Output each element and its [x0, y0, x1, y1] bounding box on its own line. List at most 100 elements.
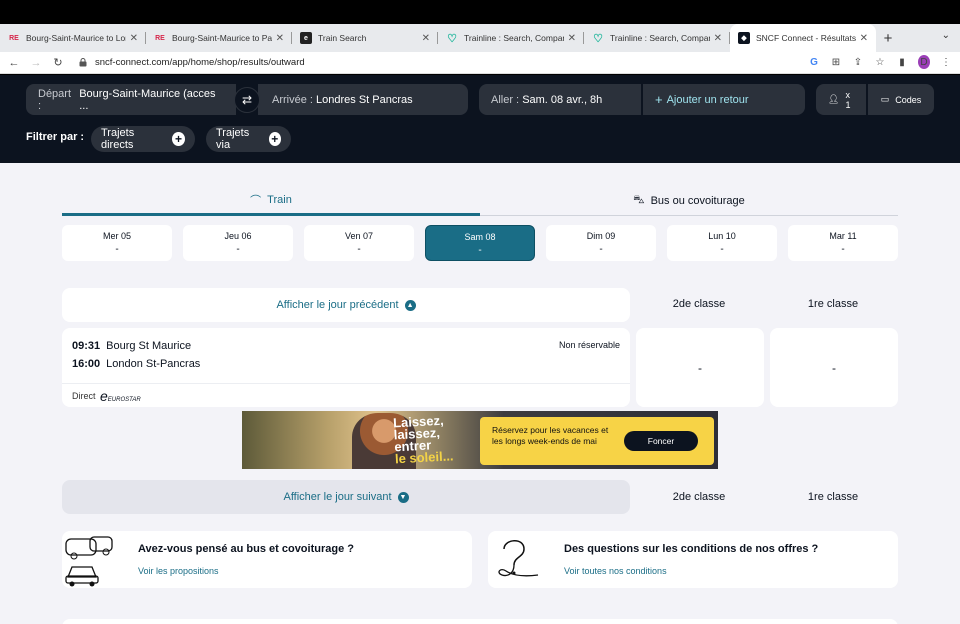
day-price: - — [236, 244, 240, 255]
conditions-card-title: Des questions sur les conditions de nos … — [564, 543, 819, 555]
address-bar: ← → ↻ sncf-connect.com/app/home/shop/res… — [0, 52, 960, 74]
departure-line: 09:31 Bourg St Maurice — [72, 340, 191, 352]
tab-favicon-icon: RE — [9, 34, 19, 42]
chevron-down-icon: ▼ — [397, 491, 409, 503]
close-icon[interactable]: ✕ — [422, 33, 430, 44]
close-icon[interactable]: ✕ — [714, 33, 722, 44]
add-return-button[interactable]: + Ajouter un retour — [643, 84, 805, 115]
arrival-time: 16:00 — [72, 358, 101, 370]
tab-title: Trainline : Search, Compare — [464, 33, 564, 43]
heart-icon: ♡ — [593, 32, 603, 45]
passengers-button[interactable]: 👤︎ x 1 — [816, 84, 866, 115]
promo-slogan: Laissez, laissez, entrer le soleil... — [393, 413, 485, 467]
see-proposals-link[interactable]: Voir les propositions — [138, 566, 219, 576]
foncer-button[interactable]: Foncer — [624, 431, 698, 451]
day-button[interactable]: Lun 10 - — [667, 225, 777, 261]
browser-tab[interactable]: RE Bourg-Saint-Maurice to Par ✕ — [146, 24, 292, 52]
first-class-header: 1re classe — [807, 298, 859, 310]
browser-tab[interactable]: e Train Search ✕ — [292, 24, 438, 52]
price-value: - — [698, 360, 702, 375]
filter-via-chip[interactable]: Trajets via + — [206, 126, 291, 152]
chevron-down-icon[interactable]: ⌄ — [942, 30, 950, 41]
day-label: Sam 08 — [464, 232, 496, 242]
share-icon[interactable]: ⇪ — [852, 57, 864, 68]
day-button[interactable]: Ven 07 - — [304, 225, 414, 261]
second-class-header: 2de classe — [672, 298, 726, 310]
google-icon[interactable]: G — [808, 57, 820, 68]
sidebar-icon[interactable]: ▮ — [896, 57, 908, 68]
browser-tab[interactable]: ♡ Trainline : Search, Compare ✕ — [438, 24, 584, 52]
conditions-card: Des questions sur les conditions de nos … — [488, 531, 898, 588]
close-icon[interactable]: ✕ — [568, 33, 576, 44]
arrival-station: London St-Pancras — [106, 358, 201, 370]
slogan-line: le soleil... — [394, 448, 454, 467]
close-icon[interactable]: ✕ — [276, 33, 284, 44]
chevron-up-icon: ▲ — [404, 299, 416, 311]
search-header: Départ : Bourg-Saint-Maurice (acces ... … — [0, 75, 960, 163]
day-button[interactable]: Jeu 06 - — [183, 225, 293, 261]
new-tab-button[interactable]: + — [876, 24, 900, 52]
browser-tab-bar: RE Bourg-Saint-Maurice to Lon ✕ RE Bourg… — [0, 24, 960, 52]
arrivee-field[interactable]: Arrivée : Londres St Pancras — [258, 84, 468, 115]
person-icon: 👤︎ — [828, 94, 840, 104]
day-label: Dim 09 — [586, 231, 616, 241]
filter-direct-chip[interactable]: Trajets directs + — [91, 126, 195, 152]
chip-label: Trajets directs — [101, 127, 135, 151]
tab-train[interactable]: ⌒ Train — [62, 186, 480, 216]
divider — [62, 383, 630, 384]
price-second-class[interactable]: - — [636, 328, 764, 407]
url-text: sncf-connect.com/app/home/shop/results/o… — [95, 57, 305, 68]
browser-tab-active[interactable]: ◆ SNCF Connect - Résultats d ✕ — [730, 24, 876, 52]
show-next-day-button[interactable]: Afficher le jour suivant ▼ — [62, 480, 630, 514]
day-label: Lun 10 — [708, 231, 736, 241]
departure-time: 09:31 — [72, 340, 101, 352]
url-field[interactable]: sncf-connect.com/app/home/shop/results/o… — [79, 57, 305, 68]
promo-text: Réservez pour les vacances et les longs … — [492, 425, 609, 446]
reload-icon[interactable]: ↻ — [47, 56, 69, 69]
avatar[interactable]: D — [918, 55, 930, 69]
bus-card-title: Avez-vous pensé au bus et covoiturage ? — [138, 543, 354, 555]
previous-day-label: Afficher le jour précédent — [276, 299, 399, 311]
close-icon[interactable]: ✕ — [130, 33, 138, 44]
depart-field[interactable]: Départ : Bourg-Saint-Maurice (acces ... — [26, 84, 236, 115]
filter-label: Filtrer par : — [26, 131, 85, 143]
price-first-class[interactable]: - — [770, 328, 898, 407]
depart-label: Départ : — [38, 87, 72, 112]
journey-result[interactable]: 09:31 Bourg St Maurice 16:00 London St-Pan… — [62, 328, 630, 407]
next-day-label: Afficher le jour suivant — [283, 491, 392, 503]
day-price: - — [720, 244, 724, 255]
day-price: - — [841, 244, 845, 255]
passenger-count: x 1 — [845, 89, 851, 110]
promo-banner[interactable]: Laissez, laissez, entrer le soleil... Ré… — [242, 411, 718, 469]
translate-icon[interactable]: ⊞ — [830, 57, 842, 68]
aller-date-field[interactable]: Aller : Sam. 08 avr., 8h — [479, 84, 641, 115]
close-icon[interactable]: ✕ — [860, 33, 868, 44]
tab-bus-covoiturage[interactable]: ⛍ Bus ou covoiturage — [480, 186, 898, 216]
promo-box: Réservez pour les vacances et les longs … — [480, 417, 714, 465]
tab-train-label: Train — [267, 193, 292, 206]
arrivee-label: Arrivée : — [272, 93, 313, 106]
menu-icon[interactable]: ⋮ — [940, 57, 952, 68]
browser-tab[interactable]: ♡ Trainline : Search, Compare ✕ — [584, 24, 730, 52]
day-button[interactable]: Dim 09 - — [546, 225, 656, 261]
car-icon: ⛍ — [633, 193, 645, 206]
back-icon[interactable]: ← — [3, 57, 25, 69]
arrival-line: 16:00 London St-Pancras — [72, 358, 200, 370]
eurostar-logo: eEUROSTAR — [100, 388, 141, 404]
star-icon[interactable]: ☆ — [874, 57, 886, 68]
lock-icon — [79, 58, 87, 67]
day-price: - — [599, 244, 603, 255]
aller-label: Aller : — [491, 93, 520, 106]
forward-icon[interactable]: → — [25, 57, 47, 69]
show-previous-day-button[interactable]: Afficher le jour précédent ▲ — [62, 288, 630, 322]
day-button[interactable]: Mar 11 - — [788, 225, 898, 261]
see-conditions-link[interactable]: Voir toutes nos conditions — [564, 566, 667, 576]
day-button[interactable]: Mer 05 - — [62, 225, 172, 261]
swap-icon[interactable]: ⇄ — [234, 87, 260, 113]
booking-status: Non réservable — [558, 340, 620, 350]
codes-button[interactable]: ▭ Codes — [868, 84, 934, 115]
browser-tab[interactable]: RE Bourg-Saint-Maurice to Lon ✕ — [0, 24, 146, 52]
tab-bus-label: Bus ou covoiturage — [650, 194, 745, 207]
day-button-selected[interactable]: Sam 08 - — [425, 225, 535, 261]
tab-title: Train Search — [318, 33, 367, 43]
